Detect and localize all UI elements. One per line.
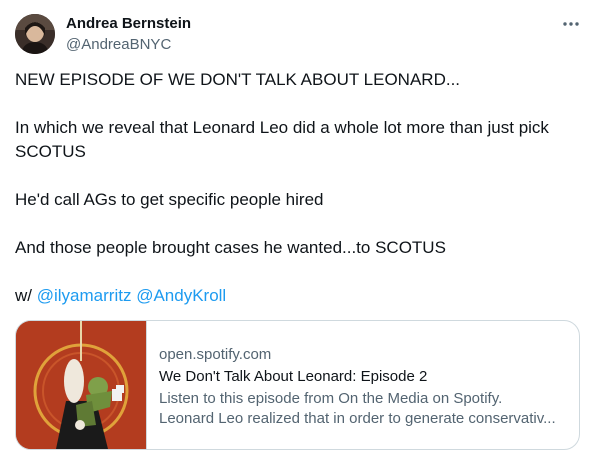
tweet-text-line: SCOTUS [15,142,86,161]
tweet-text-line: And those people brought cases he wanted… [15,238,446,257]
more-options-button[interactable] [556,12,586,36]
with-prefix: w/ [15,286,32,305]
tweet-text-line: He'd call AGs to get specific people hir… [15,190,324,209]
tweet-mentions-line: w/ @ilyamarritz @AndyKroll [15,284,585,308]
card-title: We Don't Talk About Leonard: Episode 2 [159,368,428,385]
avatar-photo [15,14,55,54]
card-divider [146,321,147,449]
card-description: Listen to this episode from On the Media… [159,389,569,429]
card-domain: open.spotify.com [159,346,272,363]
more-horizontal-icon [563,22,579,26]
mention-link[interactable]: @AndyKroll [136,286,226,305]
author-name[interactable]: Andrea Bernstein [66,14,191,34]
avatar[interactable] [15,14,55,54]
card-thumbnail [16,321,146,449]
tweet-text-line: NEW EPISODE OF WE DON'T TALK ABOUT LEONA… [15,70,461,89]
mention-link[interactable]: @ilyamarritz [37,286,132,305]
author-handle[interactable]: @AndreaBNYC [66,35,171,55]
card-description-line: Leonard Leo realized that in order to ge… [159,410,556,427]
podcast-artwork [16,321,146,449]
card-description-line: Listen to this episode from On the Media… [159,390,503,407]
tweet: Andrea Bernstein @AndreaBNYC NEW EPISODE… [0,0,600,461]
link-preview-card[interactable]: open.spotify.com We Don't Talk About Leo… [15,320,580,450]
tweet-text-line: In which we reveal that Leonard Leo did … [15,118,549,137]
